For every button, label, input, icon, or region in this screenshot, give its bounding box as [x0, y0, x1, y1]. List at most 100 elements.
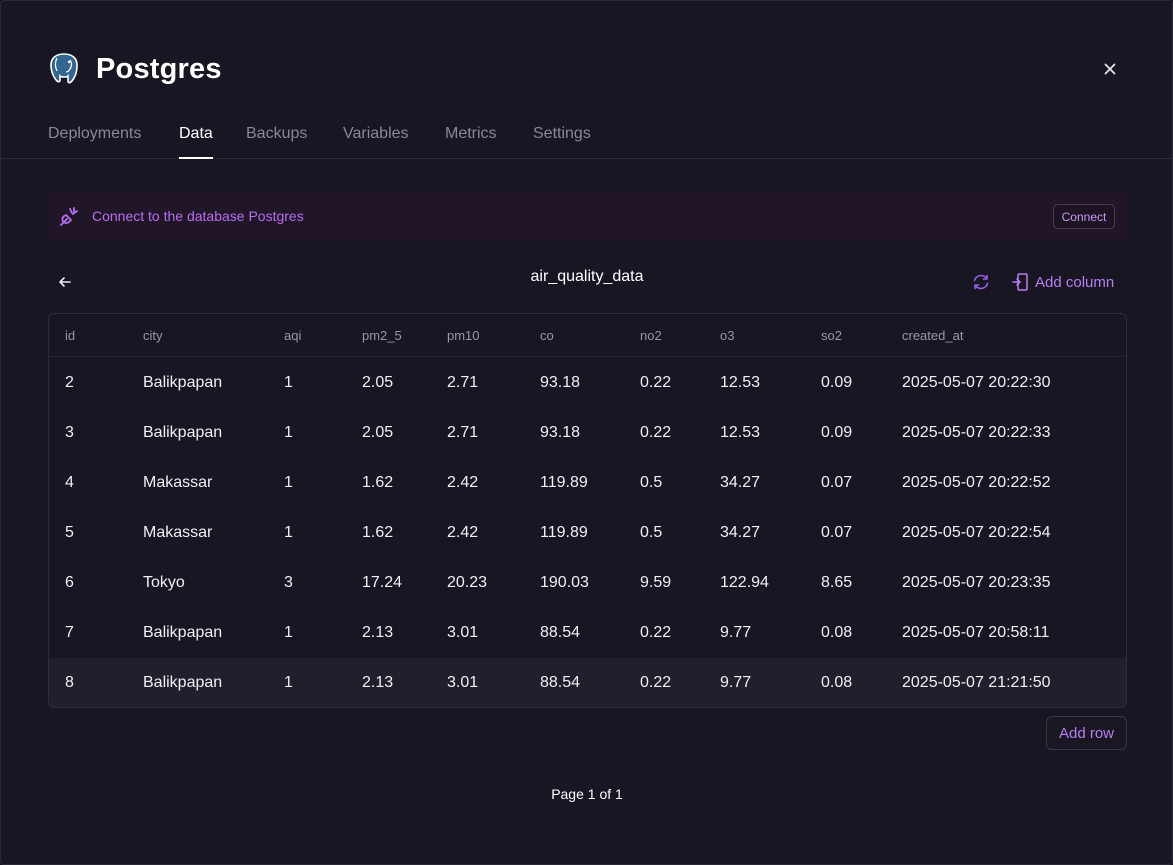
cell-pm2-5[interactable]: 17.24	[362, 574, 402, 592]
cell-co[interactable]: 93.18	[540, 424, 580, 442]
cell-aqi[interactable]: 1	[284, 474, 293, 492]
close-button[interactable]	[1099, 58, 1121, 80]
cell-so2[interactable]: 0.09	[821, 424, 852, 442]
column-header-aqi[interactable]: aqi	[284, 328, 301, 343]
cell-id[interactable]: 5	[65, 524, 74, 542]
cell-city[interactable]: Balikpapan	[143, 674, 222, 692]
cell-aqi[interactable]: 3	[284, 574, 293, 592]
column-header-pm10[interactable]: pm10	[447, 328, 480, 343]
cell-pm10[interactable]: 3.01	[447, 624, 478, 642]
cell-pm10[interactable]: 2.42	[447, 524, 478, 542]
cell-city[interactable]: Balikpapan	[143, 624, 222, 642]
cell-pm10[interactable]: 2.71	[447, 424, 478, 442]
cell-aqi[interactable]: 1	[284, 674, 293, 692]
cell-o3[interactable]: 12.53	[720, 374, 760, 392]
cell-pm2-5[interactable]: 1.62	[362, 524, 393, 542]
cell-id[interactable]: 3	[65, 424, 74, 442]
cell-id[interactable]: 7	[65, 624, 74, 642]
cell-city[interactable]: Tokyo	[143, 574, 185, 592]
connect-button[interactable]: Connect	[1053, 204, 1115, 229]
cell-no2[interactable]: 0.5	[640, 474, 662, 492]
column-header-no2[interactable]: no2	[640, 328, 662, 343]
cell-no2[interactable]: 0.22	[640, 374, 671, 392]
cell-o3[interactable]: 34.27	[720, 474, 760, 492]
cell-id[interactable]: 2	[65, 374, 74, 392]
back-button[interactable]	[55, 272, 75, 292]
cell-city[interactable]: Balikpapan	[143, 374, 222, 392]
cell-id[interactable]: 4	[65, 474, 74, 492]
cell-o3[interactable]: 12.53	[720, 424, 760, 442]
table-row[interactable]: 6 Tokyo 3 17.24 20.23 190.03 9.59 122.94…	[49, 558, 1126, 608]
cell-co[interactable]: 88.54	[540, 624, 580, 642]
table-row[interactable]: 7 Balikpapan 1 2.13 3.01 88.54 0.22 9.77…	[49, 608, 1126, 658]
cell-pm10[interactable]: 3.01	[447, 674, 478, 692]
connect-banner: Connect to the database Postgres Connect	[48, 192, 1127, 240]
add-row-button[interactable]: Add row	[1046, 716, 1127, 750]
cell-so2[interactable]: 0.07	[821, 474, 852, 492]
cell-created-at[interactable]: 2025-05-07 21:21:50	[902, 674, 1051, 692]
table-row[interactable]: 5 Makassar 1 1.62 2.42 119.89 0.5 34.27 …	[49, 508, 1126, 558]
cell-pm2-5[interactable]: 1.62	[362, 474, 393, 492]
cell-no2[interactable]: 0.22	[640, 674, 671, 692]
tab-backups[interactable]: Backups	[246, 125, 307, 159]
cell-pm10[interactable]: 2.42	[447, 474, 478, 492]
table-row[interactable]: 3 Balikpapan 1 2.05 2.71 93.18 0.22 12.5…	[49, 408, 1126, 458]
cell-no2[interactable]: 0.22	[640, 624, 671, 642]
cell-o3[interactable]: 9.77	[720, 674, 751, 692]
cell-created-at[interactable]: 2025-05-07 20:22:30	[902, 374, 1051, 392]
table-row[interactable]: 2 Balikpapan 1 2.05 2.71 93.18 0.22 12.5…	[49, 358, 1126, 408]
cell-so2[interactable]: 0.09	[821, 374, 852, 392]
tab-data[interactable]: Data	[179, 125, 213, 159]
cell-created-at[interactable]: 2025-05-07 20:58:11	[902, 624, 1049, 642]
cell-so2[interactable]: 0.08	[821, 624, 852, 642]
cell-o3[interactable]: 34.27	[720, 524, 760, 542]
cell-so2[interactable]: 0.08	[821, 674, 852, 692]
cell-id[interactable]: 6	[65, 574, 74, 592]
column-header-pm2-5[interactable]: pm2_5	[362, 328, 402, 343]
cell-no2[interactable]: 0.22	[640, 424, 671, 442]
cell-pm2-5[interactable]: 2.05	[362, 424, 393, 442]
cell-no2[interactable]: 9.59	[640, 574, 671, 592]
column-header-o3[interactable]: o3	[720, 328, 734, 343]
cell-o3[interactable]: 9.77	[720, 624, 751, 642]
cell-created-at[interactable]: 2025-05-07 20:22:52	[902, 474, 1051, 492]
column-header-co[interactable]: co	[540, 328, 554, 343]
table-row[interactable]: 4 Makassar 1 1.62 2.42 119.89 0.5 34.27 …	[49, 458, 1126, 508]
add-column-button[interactable]: Add column	[1012, 270, 1114, 294]
cell-city[interactable]: Makassar	[143, 474, 212, 492]
cell-co[interactable]: 119.89	[540, 524, 588, 542]
cell-co[interactable]: 93.18	[540, 374, 580, 392]
cell-created-at[interactable]: 2025-05-07 20:22:54	[902, 524, 1051, 542]
cell-pm10[interactable]: 2.71	[447, 374, 478, 392]
cell-co[interactable]: 190.03	[540, 574, 589, 592]
cell-aqi[interactable]: 1	[284, 524, 293, 542]
column-header-so2[interactable]: so2	[821, 328, 842, 343]
column-header-id[interactable]: id	[65, 328, 75, 343]
cell-co[interactable]: 119.89	[540, 474, 588, 492]
cell-pm2-5[interactable]: 2.13	[362, 674, 393, 692]
cell-created-at[interactable]: 2025-05-07 20:22:33	[902, 424, 1051, 442]
cell-aqi[interactable]: 1	[284, 424, 293, 442]
refresh-button[interactable]	[970, 271, 992, 293]
cell-city[interactable]: Makassar	[143, 524, 212, 542]
column-header-created-at[interactable]: created_at	[902, 328, 963, 343]
cell-pm2-5[interactable]: 2.05	[362, 374, 393, 392]
cell-pm10[interactable]: 20.23	[447, 574, 487, 592]
cell-aqi[interactable]: 1	[284, 374, 293, 392]
tab-variables[interactable]: Variables	[343, 125, 409, 159]
tab-deployments[interactable]: Deployments	[48, 125, 141, 159]
table-row[interactable]: 8 Balikpapan 1 2.13 3.01 88.54 0.22 9.77…	[49, 658, 1126, 707]
cell-so2[interactable]: 8.65	[821, 574, 852, 592]
cell-id[interactable]: 8	[65, 674, 74, 692]
cell-pm2-5[interactable]: 2.13	[362, 624, 393, 642]
cell-city[interactable]: Balikpapan	[143, 424, 222, 442]
cell-no2[interactable]: 0.5	[640, 524, 662, 542]
tab-settings[interactable]: Settings	[533, 125, 591, 159]
column-header-city[interactable]: city	[143, 328, 163, 343]
cell-created-at[interactable]: 2025-05-07 20:23:35	[902, 574, 1051, 592]
cell-co[interactable]: 88.54	[540, 674, 580, 692]
cell-aqi[interactable]: 1	[284, 624, 293, 642]
cell-o3[interactable]: 122.94	[720, 574, 769, 592]
cell-so2[interactable]: 0.07	[821, 524, 852, 542]
tab-metrics[interactable]: Metrics	[445, 125, 497, 159]
